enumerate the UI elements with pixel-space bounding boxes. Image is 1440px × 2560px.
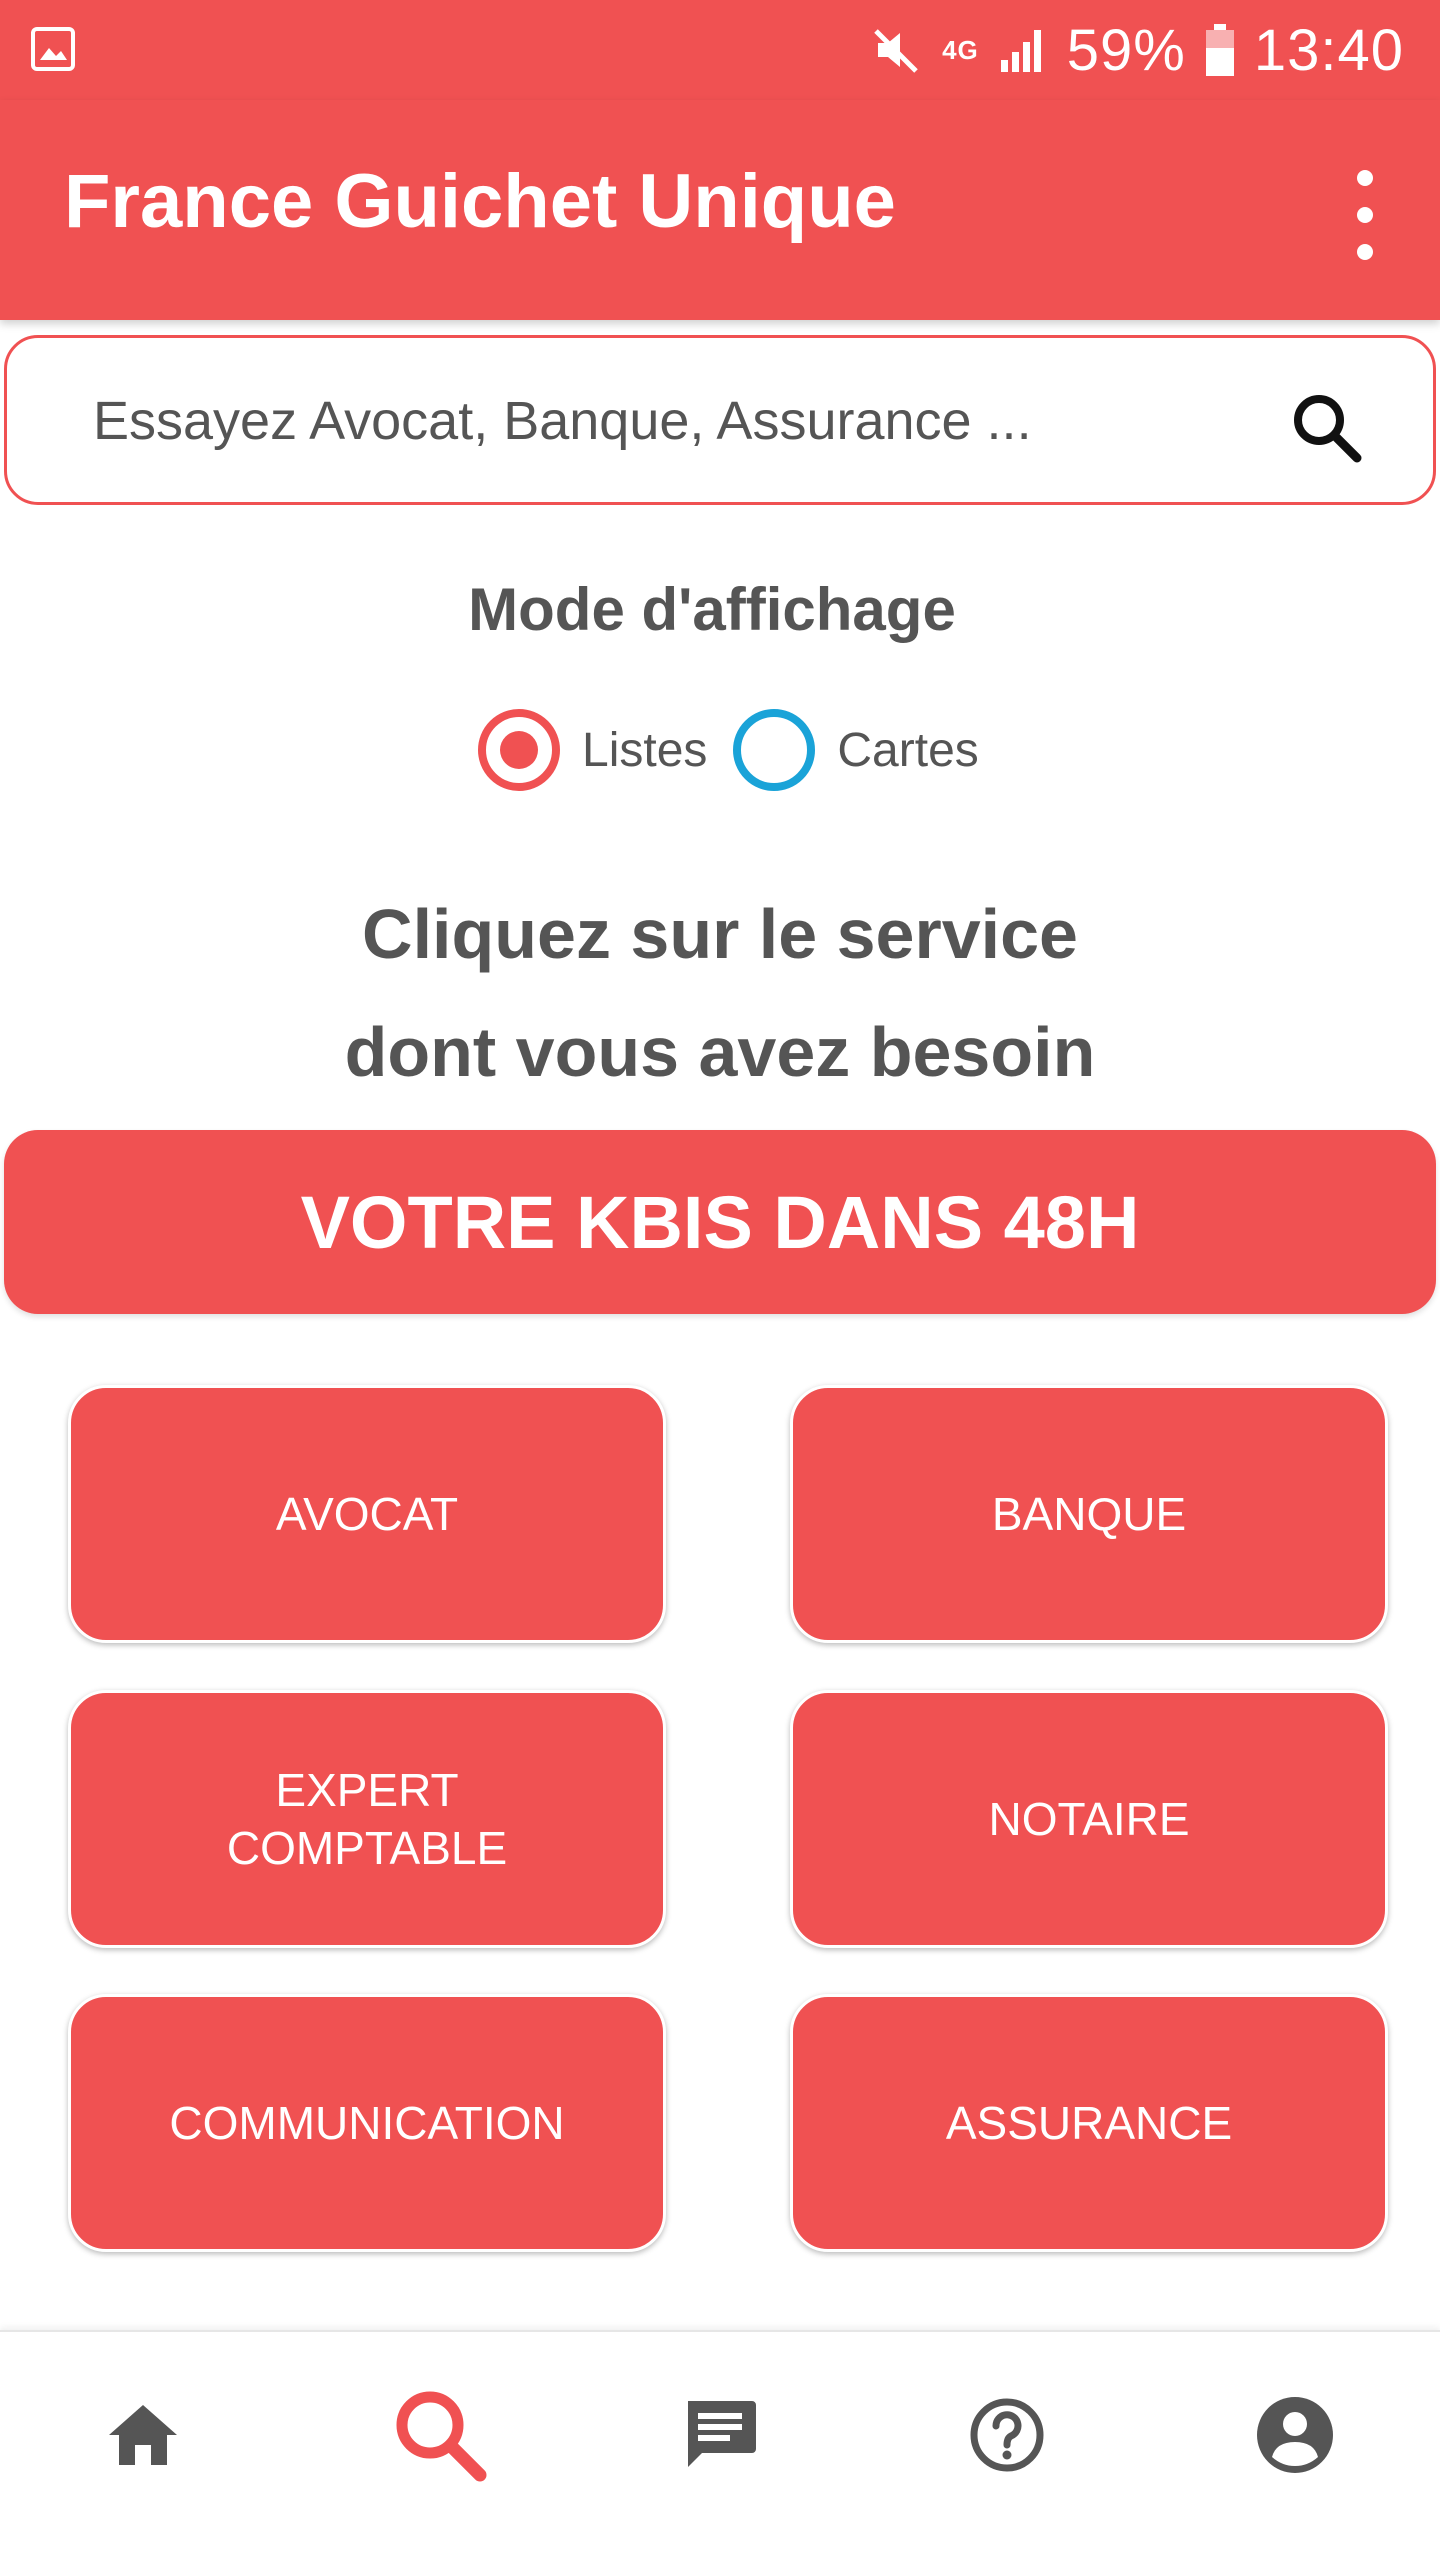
nav-account[interactable] (1240, 2380, 1350, 2490)
service-button-communication[interactable]: COMMUNICATION (68, 1994, 666, 2252)
service-prompt: Cliquez sur le service dont vous avez be… (0, 875, 1440, 1111)
prompt-line-2: dont vous avez besoin (344, 1013, 1096, 1091)
nav-home[interactable] (88, 2380, 198, 2490)
chat-icon (688, 2401, 756, 2467)
radio-cartes[interactable] (733, 709, 816, 791)
signal-icon (1000, 30, 1041, 72)
mute-icon (874, 29, 918, 73)
service-label: NOTAIRE (988, 1793, 1190, 1845)
service-label: BANQUE (991, 1488, 1187, 1540)
app-title: France Guichet Unique (64, 159, 896, 244)
service-label: AVOCAT (275, 1488, 459, 1540)
radio-cartes-label[interactable]: Cartes (837, 723, 978, 778)
nav-search[interactable] (385, 2380, 495, 2490)
service-label: ASSURANCE (945, 2097, 1233, 2149)
clock: 13:40 (1253, 17, 1404, 83)
kbis-button[interactable]: VOTRE KBIS DANS 48H (4, 1130, 1436, 1314)
home-icon (109, 2405, 177, 2465)
app-bar: France Guichet Unique (0, 100, 1440, 320)
service-label: EXPERT COMPTABLE (226, 1764, 508, 1874)
gallery-icon (31, 27, 75, 71)
search-icon (396, 2391, 487, 2482)
search-icon[interactable] (1289, 390, 1365, 466)
service-button-banque[interactable]: BANQUE (790, 1385, 1388, 1643)
service-button-avocat[interactable]: AVOCAT (68, 1385, 666, 1643)
search-bar (4, 335, 1436, 505)
service-label: COMMUNICATION (169, 2097, 565, 2149)
battery-percent: 59% (1066, 17, 1186, 83)
more-vert-icon[interactable] (1340, 170, 1390, 260)
nav-messages[interactable] (665, 2380, 775, 2490)
prompt-line-1: Cliquez sur le service (362, 895, 1078, 973)
account-icon (1257, 2397, 1333, 2473)
service-button-assurance[interactable]: ASSURANCE (790, 1994, 1388, 2252)
bottom-navigation (0, 2330, 1440, 2560)
status-bar: 4G 59% 13:40 (0, 0, 1440, 100)
nav-help[interactable] (952, 2380, 1062, 2490)
network-type: 4G (942, 34, 979, 65)
radio-listes[interactable] (478, 709, 560, 791)
service-button-notaire[interactable]: NOTAIRE (790, 1690, 1388, 1948)
service-button-expert-comptable[interactable]: EXPERT COMPTABLE (68, 1690, 666, 1948)
display-mode-title: Mode d'affichage (468, 576, 956, 643)
battery-icon (1205, 24, 1234, 76)
search-input[interactable] (93, 376, 1193, 466)
help-icon (970, 2398, 1044, 2472)
radio-listes-label[interactable]: Listes (582, 723, 707, 778)
display-mode-options: Listes Cartes (478, 708, 1005, 792)
